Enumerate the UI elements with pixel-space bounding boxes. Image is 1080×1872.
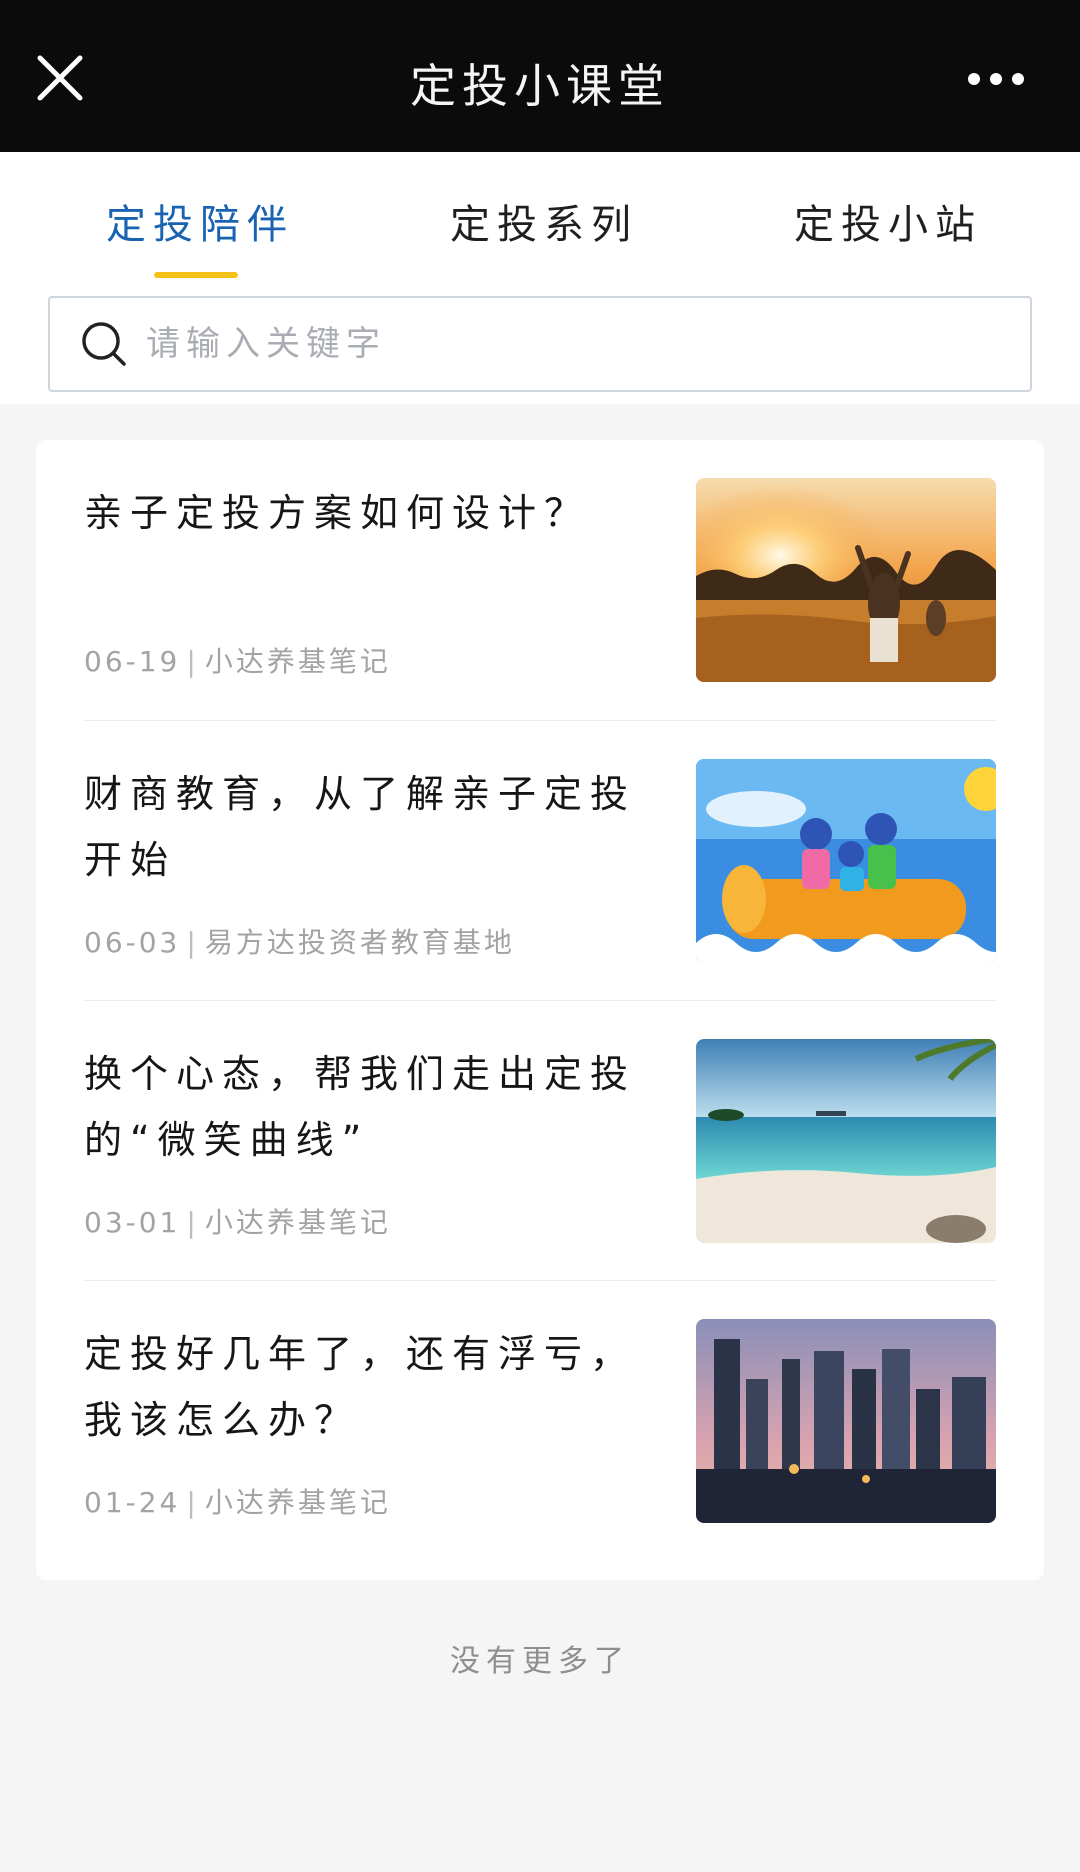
more-icon[interactable] — [966, 68, 1026, 90]
article-date: 06-03 — [84, 926, 181, 959]
article-source: 小达养基笔记 — [204, 1486, 391, 1519]
search-input[interactable] — [146, 298, 1006, 390]
article-title: 定投好几年了，还有浮亏，我该怎么办？ — [84, 1332, 637, 1442]
meta-divider: | — [186, 926, 199, 959]
cartoon-family-boat-image — [696, 759, 996, 963]
article-item[interactable]: 换个心态，帮我们走出定投的“微笑曲线” 03-01 | 小达养基笔记 — [84, 1000, 996, 1280]
article-item[interactable]: 定投好几年了，还有浮亏，我该怎么办？ 01-24 | 小达养基笔记 — [84, 1280, 996, 1560]
top-bar: 定投小课堂 — [0, 0, 1080, 152]
article-source: 小达养基笔记 — [204, 1206, 391, 1239]
article-source: 小达养基笔记 — [204, 645, 391, 678]
tab-station[interactable]: 定投小站 — [794, 192, 982, 250]
article-title: 亲子定投方案如何设计？ — [84, 491, 591, 535]
article-date: 06-19 — [84, 645, 181, 678]
beach-image — [696, 1039, 996, 1243]
tabs-area: 定投陪伴 定投系列 定投小站 — [0, 152, 1080, 404]
article-source: 易方达投资者教育基地 — [204, 926, 515, 959]
tab-companion[interactable]: 定投陪伴 — [106, 192, 294, 250]
article-date: 03-01 — [84, 1206, 181, 1239]
meta-divider: | — [186, 1206, 199, 1239]
article-meta: 06-19 | 小达养基笔记 — [84, 640, 391, 680]
article-list: 亲子定投方案如何设计？ 06-19 | 小达养基笔记 财商教育，从了解亲子定投开… — [36, 440, 1044, 1580]
search-box[interactable] — [48, 296, 1032, 392]
article-date: 01-24 — [84, 1486, 181, 1519]
article-meta: 03-01 | 小达养基笔记 — [84, 1201, 391, 1241]
article-title: 财商教育，从了解亲子定投开始 — [84, 772, 637, 882]
article-item[interactable]: 亲子定投方案如何设计？ 06-19 | 小达养基笔记 — [84, 440, 996, 720]
sunset-family-image — [696, 478, 996, 682]
meta-divider: | — [186, 645, 199, 678]
article-meta: 01-24 | 小达养基笔记 — [84, 1481, 391, 1521]
tab-series[interactable]: 定投系列 — [450, 192, 638, 250]
article-title: 换个心态，帮我们走出定投的“微笑曲线” — [84, 1052, 637, 1162]
active-tab-indicator — [154, 272, 238, 278]
no-more-text: 没有更多了 — [450, 1644, 630, 1679]
city-skyline-image — [696, 1319, 996, 1523]
page-title: 定投小课堂 — [410, 59, 670, 113]
search-icon — [80, 320, 128, 368]
article-item[interactable]: 财商教育，从了解亲子定投开始 06-03 | 易方达投资者教育基地 — [84, 720, 996, 1000]
meta-divider: | — [186, 1486, 199, 1519]
article-meta: 06-03 | 易方达投资者教育基地 — [84, 921, 515, 961]
